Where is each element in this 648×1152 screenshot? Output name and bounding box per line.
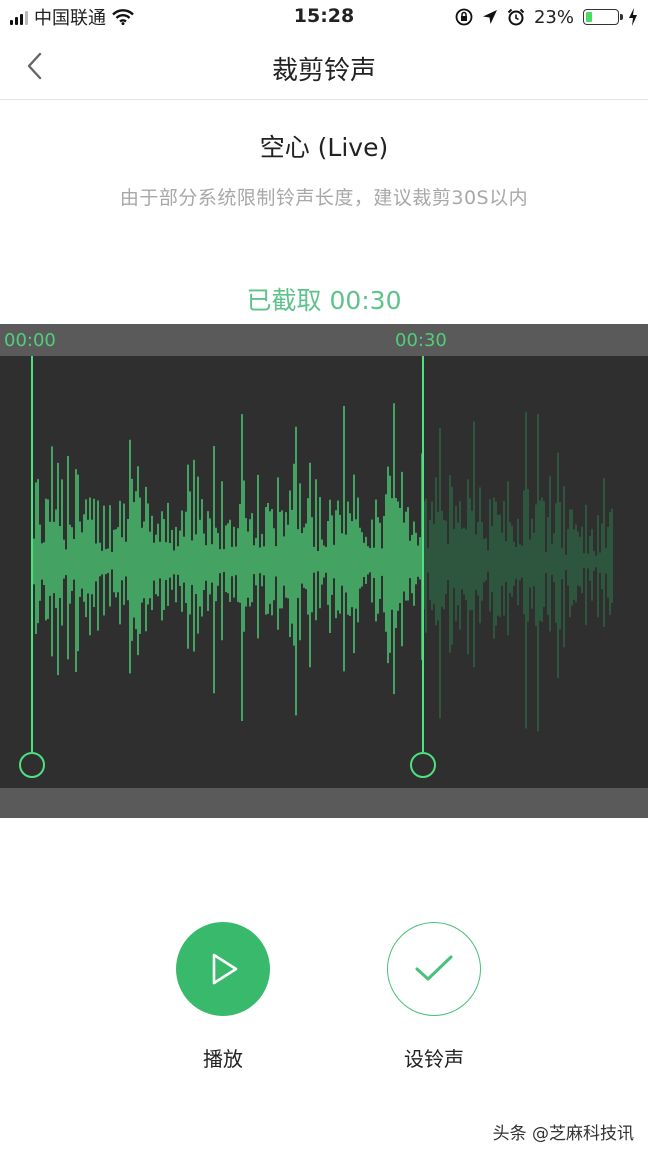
play-icon <box>212 953 238 985</box>
orientation-lock-icon <box>455 8 473 26</box>
status-right: 23% <box>455 4 638 30</box>
play-button[interactable] <box>176 922 270 1016</box>
page-title: 裁剪铃声 <box>271 56 376 86</box>
alarm-icon <box>507 8 525 26</box>
battery-percent: 23% <box>533 6 574 28</box>
nav-bar: 裁剪铃声 <box>0 36 648 100</box>
set-ringtone-button[interactable] <box>387 922 481 1016</box>
waveform <box>31 403 613 732</box>
location-icon <box>482 10 497 24</box>
play-label: 播放 <box>203 1047 243 1071</box>
charging-icon <box>629 8 637 26</box>
end-handle-line[interactable] <box>422 356 424 752</box>
watermark: 头条 @芝麻科技讯 <box>492 1124 634 1144</box>
end-time-label: 00:30 <box>395 330 447 351</box>
checkmark-icon <box>415 955 453 981</box>
time-ruler <box>0 324 648 356</box>
start-handle[interactable] <box>19 752 45 778</box>
end-handle[interactable] <box>410 752 436 778</box>
start-handle-line[interactable] <box>31 356 33 752</box>
trim-status: 已截取 00:30 <box>246 286 402 315</box>
start-time-label: 00:00 <box>4 330 56 351</box>
waveform-bottom-bar <box>0 788 648 818</box>
status-bar: 中国联通 15:28 23% <box>0 0 648 36</box>
length-hint: 由于部分系统限制铃声长度，建议裁剪30S以内 <box>119 187 529 209</box>
set-ringtone-label: 设铃声 <box>404 1047 464 1071</box>
battery-level <box>586 12 592 22</box>
song-title: 空心 (Live) <box>259 133 389 162</box>
battery-icon <box>583 9 623 25</box>
